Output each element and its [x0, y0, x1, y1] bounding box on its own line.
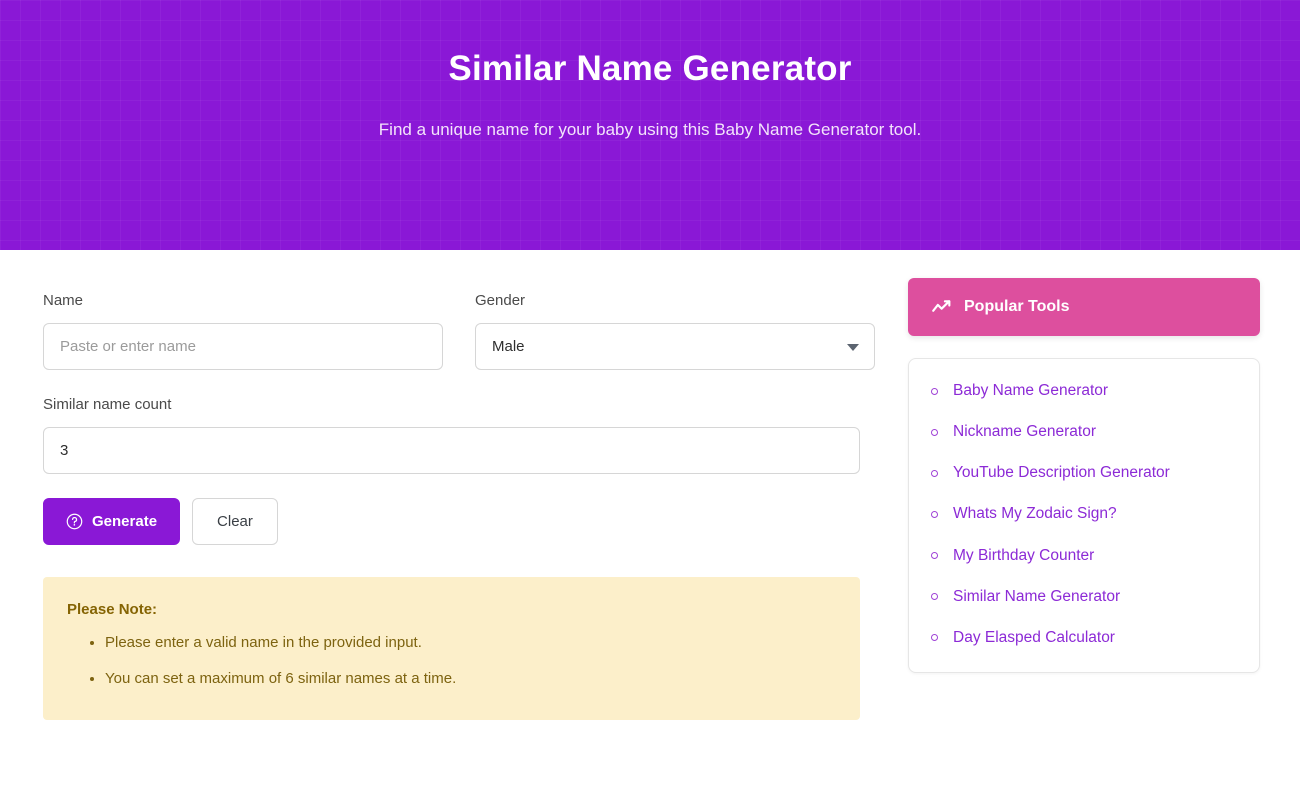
tool-link[interactable]: Whats My Zodaic Sign? [953, 504, 1117, 524]
name-field-group: Name [43, 290, 443, 370]
form-row-top: Name Gender Male [43, 290, 908, 394]
circle-bullet-icon [931, 552, 938, 559]
name-input[interactable] [43, 323, 443, 370]
circle-bullet-icon [931, 593, 938, 600]
clear-button[interactable]: Clear [192, 498, 278, 545]
popular-tools-header: Popular Tools [908, 278, 1260, 336]
list-item[interactable]: My Birthday Counter [931, 546, 1237, 566]
page-subtitle: Find a unique name for your baby using t… [0, 91, 1300, 142]
page-title: Similar Name Generator [0, 0, 1300, 91]
form-actions: Generate Clear [43, 498, 908, 545]
list-item[interactable]: Similar Name Generator [931, 587, 1237, 607]
count-label: Similar name count [43, 394, 860, 415]
list-item[interactable]: Day Elasped Calculator [931, 628, 1237, 648]
list-item[interactable]: Baby Name Generator [931, 381, 1237, 401]
circle-bullet-icon [931, 470, 938, 477]
tool-link[interactable]: Similar Name Generator [953, 587, 1120, 607]
tool-link[interactable]: Day Elasped Calculator [953, 628, 1115, 648]
circle-bullet-icon [931, 388, 938, 395]
tool-link[interactable]: My Birthday Counter [953, 546, 1094, 566]
question-circle-icon [66, 513, 83, 530]
list-item[interactable]: Whats My Zodaic Sign? [931, 504, 1237, 524]
list-item[interactable]: Nickname Generator [931, 422, 1237, 442]
note-list-item: Please enter a valid name in the provide… [105, 632, 832, 655]
page-body: Name Gender Male Similar name count [0, 250, 1300, 720]
popular-tools-title: Popular Tools [964, 298, 1069, 316]
generate-button[interactable]: Generate [43, 498, 180, 545]
popular-tools-list: Baby Name Generator Nickname Generator Y… [931, 381, 1237, 648]
tool-link[interactable]: Baby Name Generator [953, 381, 1108, 401]
circle-bullet-icon [931, 511, 938, 518]
tool-link[interactable]: Nickname Generator [953, 422, 1096, 442]
generate-button-label: Generate [92, 513, 157, 530]
page-header-banner: Similar Name Generator Find a unique nam… [0, 0, 1300, 250]
note-list: Please enter a valid name in the provide… [67, 632, 832, 690]
chart-line-icon [932, 297, 952, 317]
note-title: Please Note: [67, 601, 832, 618]
gender-label: Gender [475, 290, 875, 311]
form-column: Name Gender Male Similar name count [0, 250, 908, 720]
note-list-item: You can set a maximum of 6 similar names… [105, 668, 832, 691]
tool-link[interactable]: YouTube Description Generator [953, 463, 1170, 483]
name-label: Name [43, 290, 443, 311]
sidebar-column: Popular Tools Baby Name Generator Nickna… [908, 250, 1300, 673]
count-field-group: Similar name count [43, 394, 860, 474]
gender-field-group: Gender Male [475, 290, 875, 370]
gender-select[interactable]: Male [475, 323, 875, 370]
circle-bullet-icon [931, 634, 938, 641]
similar-name-count-input[interactable] [43, 427, 860, 474]
list-item[interactable]: YouTube Description Generator [931, 463, 1237, 483]
clear-button-label: Clear [217, 513, 253, 530]
circle-bullet-icon [931, 429, 938, 436]
gender-selected-value: Male [475, 323, 875, 370]
please-note-box: Please Note: Please enter a valid name i… [43, 577, 860, 720]
popular-tools-card: Baby Name Generator Nickname Generator Y… [908, 358, 1260, 673]
